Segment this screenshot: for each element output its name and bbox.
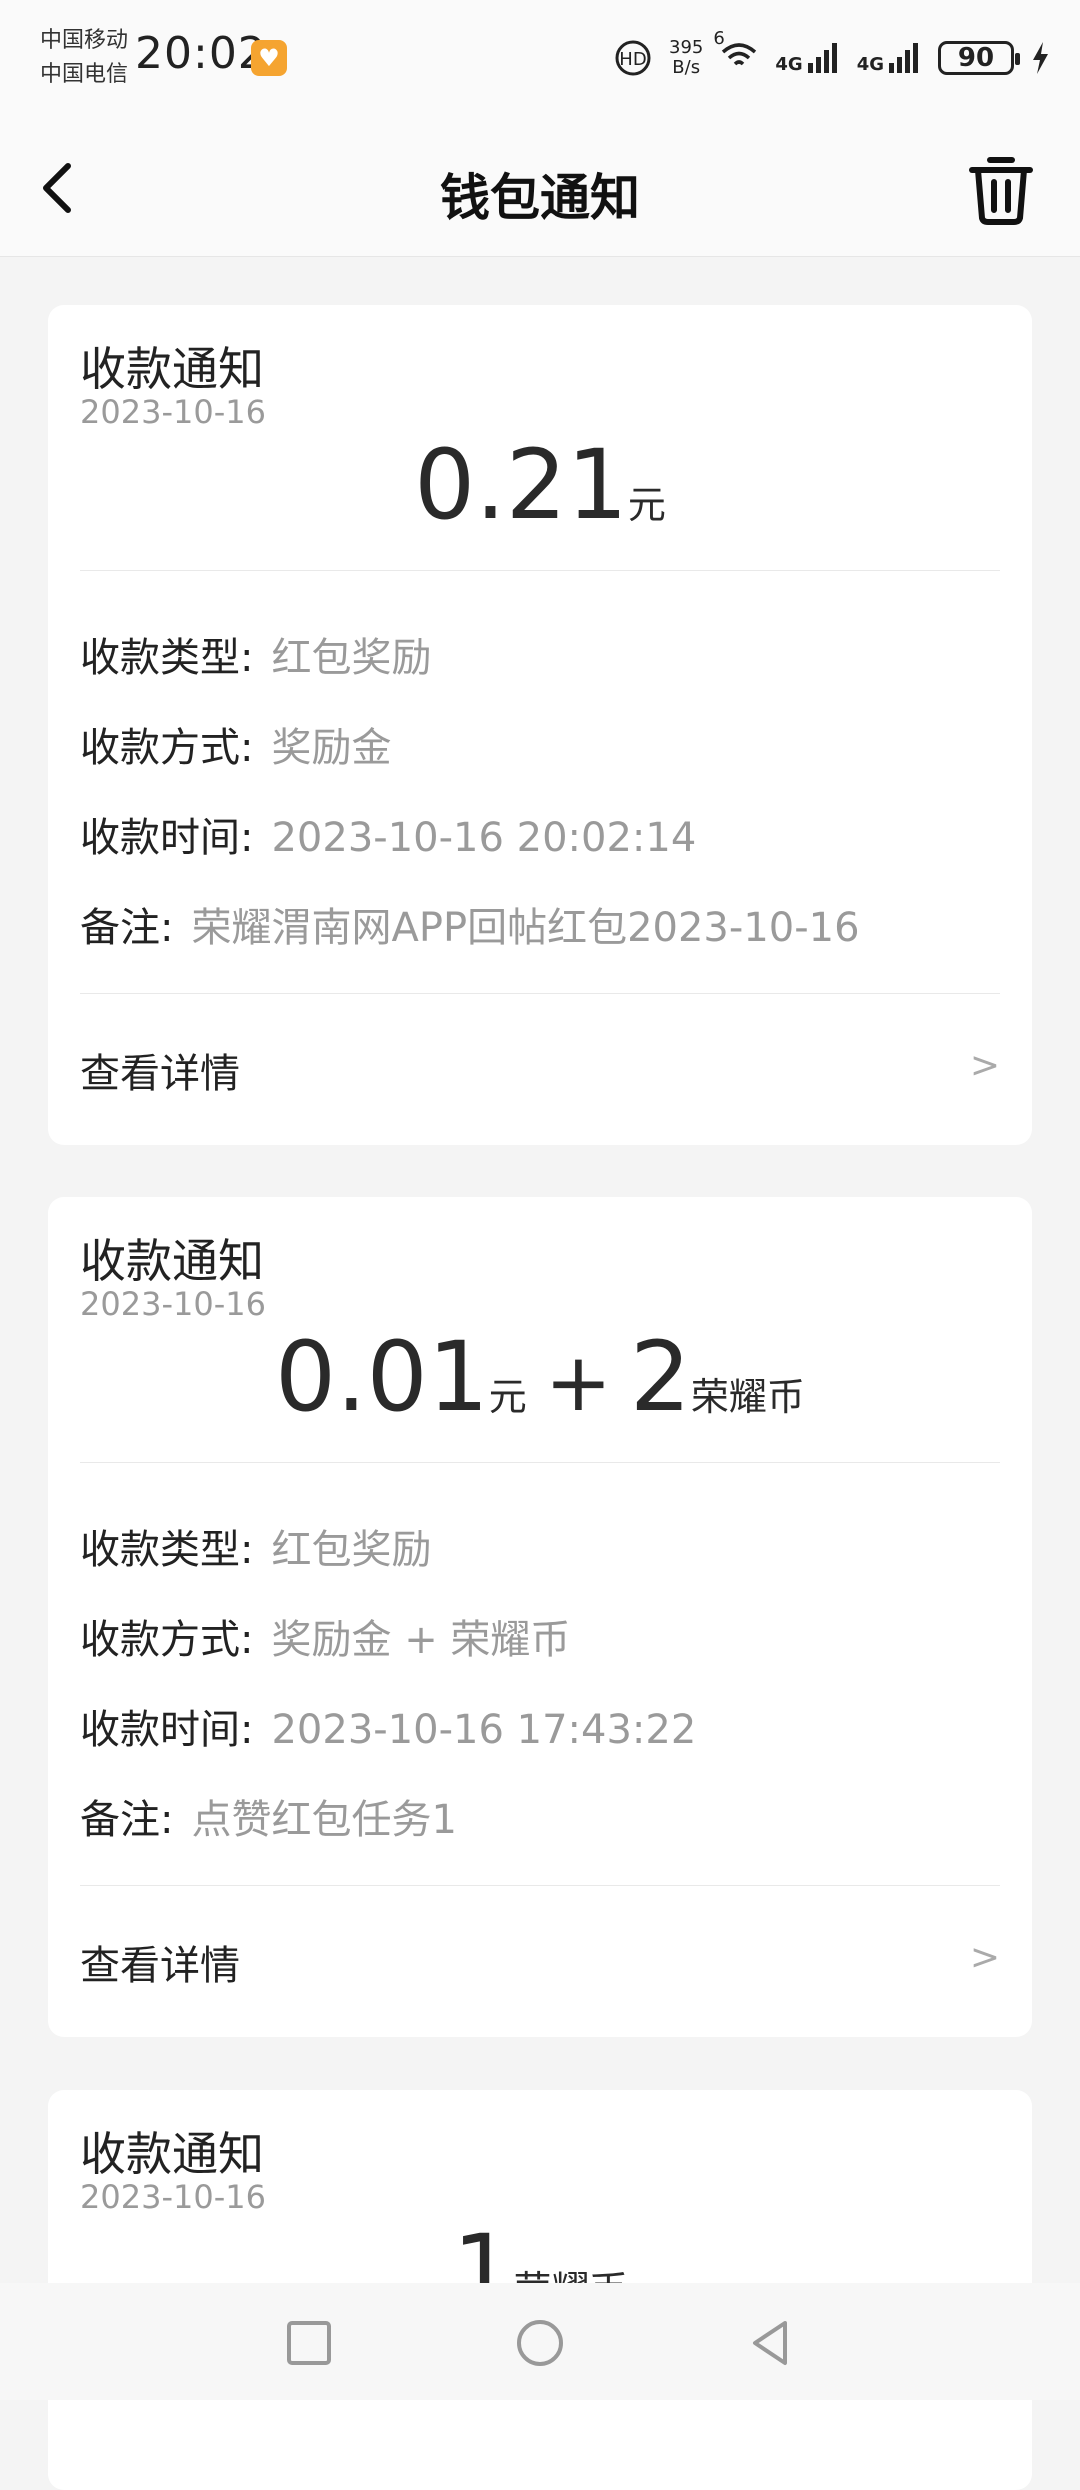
notification-card: 收款通知 2023-10-16 0.21元 收款类型: 红包奖励 收款方式: 奖励金… — [48, 305, 1032, 1145]
page-title: 钱包通知 — [440, 169, 640, 227]
card-date: 2023-10-16 — [80, 393, 266, 431]
payment-type-value: 红包奖励 — [271, 635, 432, 681]
payment-method-label: 收款方式: — [80, 1617, 254, 1663]
wifi-indicator: 6 — [713, 28, 759, 80]
wifi-superscript: 6 — [713, 28, 725, 49]
system-navigation-bar — [0, 2283, 1080, 2400]
signal-icon — [807, 43, 837, 73]
payment-method-label: 收款方式: — [80, 725, 254, 771]
divider — [80, 570, 1000, 571]
payment-type-label: 收款类型: — [80, 635, 254, 681]
note-label: 备注: — [80, 905, 174, 951]
health-app-icon: ♥ — [251, 40, 287, 76]
payment-type-row: 收款类型: 红包奖励 — [80, 625, 431, 683]
payment-method-row: 收款方式: 奖励金 + 荣耀币 — [80, 1607, 570, 1665]
card-title: 收款通知 — [80, 1234, 264, 1288]
amount-unit: 元 — [627, 483, 666, 527]
chevron-right-icon[interactable]: > — [970, 1937, 1000, 1978]
carrier-info: 中国移动 中国电信 — [40, 24, 128, 92]
battery-icon: 90 — [938, 41, 1020, 75]
amount-unit: 元 — [488, 1375, 527, 1419]
amount-value-2: 2 — [629, 1321, 691, 1433]
net-speed-value: 395 — [669, 37, 704, 58]
card-title: 收款通知 — [80, 342, 264, 396]
net-speed-unit: B/s — [672, 57, 701, 78]
payment-time-row: 收款时间: 2023-10-16 20:02:14 — [80, 805, 696, 863]
trash-icon[interactable] — [966, 150, 1036, 226]
signal-2: 4G — [857, 41, 922, 75]
payment-time-label: 收款时间: — [80, 815, 254, 861]
navigation-bar: 钱包通知 — [0, 118, 1080, 257]
note-value: 荣耀渭南网APP回帖红包2023-10-16 — [191, 905, 860, 951]
amount-unit-2: 荣耀币 — [690, 1375, 805, 1419]
payment-method-value: 奖励金 — [271, 725, 392, 771]
signal-icon — [889, 43, 918, 73]
payment-time-value: 2023-10-16 20:02:14 — [271, 815, 697, 861]
triangle-back-icon[interactable] — [741, 2313, 801, 2373]
card-date: 2023-10-16 — [80, 1285, 266, 1323]
divider — [80, 1885, 1000, 1886]
note-row: 备注: 点赞红包任务1 — [80, 1787, 457, 1845]
payment-time-label: 收款时间: — [80, 1707, 254, 1753]
divider — [80, 993, 1000, 994]
amount-plus: + — [544, 1336, 612, 1429]
payment-type-value: 红包奖励 — [271, 1527, 432, 1573]
net-speed: 395 B/s — [669, 38, 703, 78]
status-icons: HD 395 B/s 6 4G 4G 90 — [613, 28, 1050, 86]
card-title: 收款通知 — [80, 2127, 264, 2181]
signal-1: 4G — [775, 41, 840, 75]
amount-value: 0.01 — [275, 1321, 489, 1433]
wifi-icon — [722, 43, 757, 66]
amount: 0.01元 +2荣耀币 — [48, 1321, 1032, 1433]
view-details-link[interactable]: 查看详情 — [80, 1933, 240, 1991]
square-icon[interactable] — [279, 2313, 339, 2373]
circle-icon[interactable] — [510, 2313, 570, 2373]
amount-value: 0.21 — [414, 429, 628, 541]
signal-2-label: 4G — [856, 54, 884, 75]
payment-time-row: 收款时间: 2023-10-16 17:43:22 — [80, 1697, 696, 1755]
amount: 0.21元 — [48, 429, 1032, 541]
chevron-right-icon[interactable]: > — [970, 1045, 1000, 1086]
payment-time-value: 2023-10-16 17:43:22 — [271, 1707, 697, 1753]
payment-type-row: 收款类型: 红包奖励 — [80, 1517, 431, 1575]
signal-1-label: 4G — [775, 54, 803, 75]
payment-method-value: 奖励金 + 荣耀币 — [271, 1617, 571, 1663]
note-row: 备注: 荣耀渭南网APP回帖红包2023-10-16 — [80, 895, 860, 953]
charging-icon — [1033, 42, 1048, 74]
notification-card: 收款通知 2023-10-16 0.01元 +2荣耀币 收款类型: 红包奖励 收款方… — [48, 1197, 1032, 2037]
carrier-2: 中国电信 — [40, 62, 129, 87]
card-date: 2023-10-16 — [80, 2178, 266, 2216]
status-bar: 中国移动 中国电信 20:02 ♥ HD 395 B/s 6 4G 4G 90 — [0, 0, 1080, 118]
note-label: 备注: — [80, 1797, 174, 1843]
svg-text:HD: HD — [619, 49, 646, 70]
status-time: 20:02 — [135, 28, 267, 79]
payment-method-row: 收款方式: 奖励金 — [80, 715, 391, 773]
hd-voice-icon: HD — [615, 40, 651, 76]
note-value: 点赞红包任务1 — [191, 1797, 457, 1843]
view-details-link[interactable]: 查看详情 — [80, 1041, 240, 1099]
payment-type-label: 收款类型: — [80, 1527, 254, 1573]
divider — [80, 1462, 1000, 1463]
carrier-1: 中国移动 — [40, 28, 129, 53]
